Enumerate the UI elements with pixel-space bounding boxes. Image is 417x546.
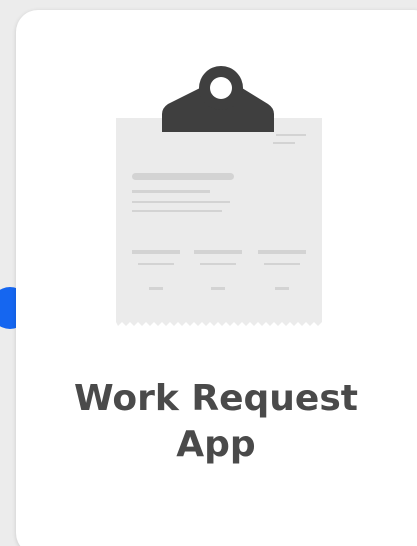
doc-line (200, 263, 236, 265)
doc-line (132, 210, 222, 212)
doc-line (264, 263, 300, 265)
doc-column-header (194, 250, 242, 254)
doc-value (211, 287, 225, 290)
work-request-app-card[interactable]: Work Request App (16, 10, 417, 546)
doc-value (149, 287, 163, 290)
clipboard-document-icon (116, 66, 322, 326)
doc-heading-line (132, 173, 234, 180)
doc-line (132, 201, 230, 203)
doc-line (276, 134, 306, 136)
doc-value (275, 287, 289, 290)
card-title-line1: Work Request (74, 378, 358, 419)
card-title: Work Request App (16, 376, 416, 468)
doc-column-header (132, 250, 180, 254)
doc-column-header (258, 250, 306, 254)
clip-hole (210, 77, 232, 99)
doc-line (132, 190, 210, 193)
doc-line (138, 263, 174, 265)
paper-sheet (116, 118, 322, 326)
app-tile-canvas: Work Request App (0, 0, 417, 546)
card-title-line2: App (176, 424, 256, 465)
doc-line (273, 142, 295, 144)
